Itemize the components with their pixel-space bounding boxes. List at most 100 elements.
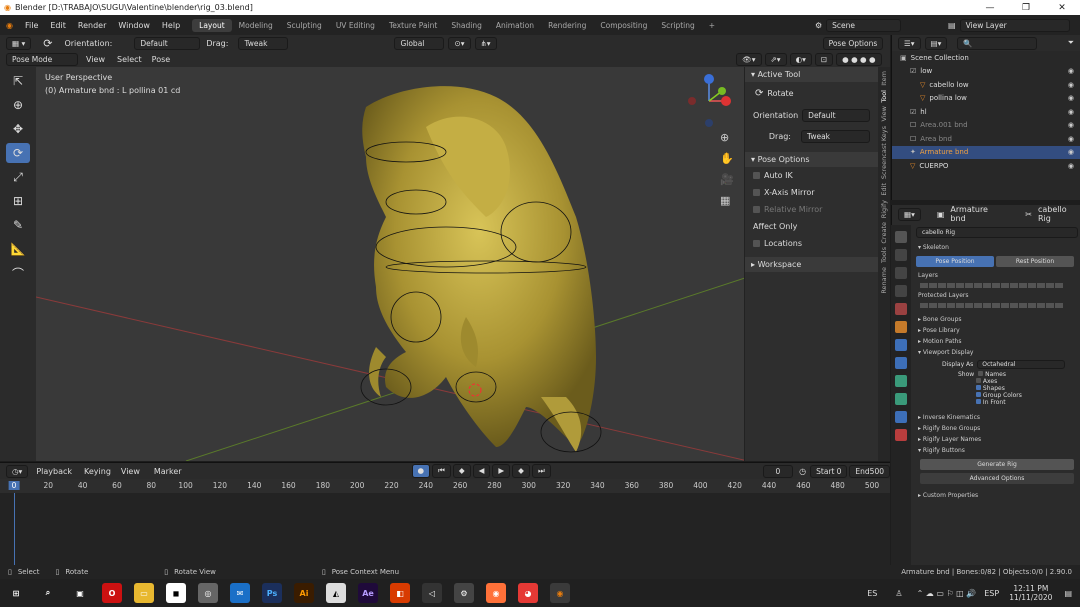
editor-type-button[interactable]: ▦ ▾ xyxy=(6,36,32,50)
menu-file[interactable]: File xyxy=(19,21,44,30)
pose-options-header[interactable]: ▾ Pose Options xyxy=(745,152,878,167)
armature-data-tab-icon[interactable] xyxy=(895,375,907,387)
show-in-front-checkbox[interactable]: In Front xyxy=(976,399,1080,406)
outliner-row[interactable]: ▽ cabello low ◉ xyxy=(892,78,1080,92)
menu-select[interactable]: Select xyxy=(113,55,146,64)
record-button[interactable]: ● xyxy=(411,464,431,478)
advanced-options-button[interactable]: Advanced Options xyxy=(920,473,1074,484)
outliner-row[interactable]: ☑ hl ◉ xyxy=(892,105,1080,119)
play-icon[interactable]: ▶ xyxy=(492,464,511,478)
tab-tool[interactable]: Tool xyxy=(880,90,888,103)
relative-mirror-checkbox[interactable]: Relative Mirror xyxy=(745,201,878,218)
active-tool-header[interactable]: ▾ Active Tool xyxy=(745,67,878,82)
file-explorer-icon[interactable]: ▭ xyxy=(134,583,154,603)
texture-tab-icon[interactable] xyxy=(895,429,907,441)
language-indicator[interactable]: ES xyxy=(867,589,877,598)
app-icon[interactable]: ◎ xyxy=(198,583,218,603)
outliner-row[interactable]: ☑ low ◉ xyxy=(892,65,1080,79)
next-key-icon[interactable]: ◆ xyxy=(512,464,530,478)
clock-date[interactable]: 11/11/2020 xyxy=(1009,593,1052,602)
rest-position-button[interactable]: Rest Position xyxy=(996,256,1074,267)
tab-item[interactable]: Item xyxy=(880,71,888,86)
layers-grid[interactable] xyxy=(920,283,1074,288)
section-custom-properties[interactable]: ▸ Custom Properties xyxy=(914,490,1080,501)
blender-menu-icon[interactable]: ◉ xyxy=(0,21,19,30)
tab-rigify[interactable]: Rigify xyxy=(880,200,888,218)
jump-end-icon[interactable]: ⏭ xyxy=(531,464,551,478)
visibility-eye-icon[interactable]: ◉ xyxy=(1068,135,1074,143)
marker-menu[interactable]: Marker xyxy=(146,467,190,476)
show-group-colors-checkbox[interactable]: Group Colors xyxy=(976,392,1080,399)
workspace-header[interactable]: ▸ Workspace xyxy=(745,257,878,272)
photoshop-icon[interactable]: Ps xyxy=(262,583,282,603)
unity-icon[interactable]: ◁ xyxy=(422,583,442,603)
skeleton-header[interactable]: ▾ Skeleton xyxy=(914,242,1080,253)
view-layer-selector[interactable]: View Layer xyxy=(959,18,1070,32)
notifications-icon[interactable]: ▤ xyxy=(1064,589,1072,598)
tab-scripting[interactable]: Scripting xyxy=(654,19,701,32)
measure-tool-icon[interactable]: 📐 xyxy=(6,239,30,259)
display-as-dropdown[interactable]: Octahedral xyxy=(977,360,1066,369)
section-viewport-display[interactable]: ▾ Viewport Display xyxy=(914,347,1080,358)
pivot-point-icon[interactable]: ⊙▾ xyxy=(448,36,471,50)
mail-icon[interactable]: ✉ xyxy=(230,583,250,603)
menu-edit[interactable]: Edit xyxy=(44,21,72,30)
menu-window[interactable]: Window xyxy=(112,21,156,30)
bone-tab-icon[interactable] xyxy=(895,393,907,405)
bone-tool-icon[interactable]: ⌒ xyxy=(6,263,30,283)
rotate-tool-icon[interactable]: ⟳ xyxy=(6,143,30,163)
gizmo-icon[interactable]: ⇗▾ xyxy=(764,52,787,66)
modifier-tab-icon[interactable] xyxy=(895,339,907,351)
playhead[interactable] xyxy=(14,493,15,565)
timeline-view-menu[interactable]: View xyxy=(115,467,146,476)
after-effects-icon[interactable]: Ae xyxy=(358,583,378,603)
tab-layout[interactable]: Layout xyxy=(192,18,232,32)
outliner-row[interactable]: ▽ CUERPO ◉ xyxy=(892,159,1080,173)
windows-start-icon[interactable]: ⊞ xyxy=(6,583,26,603)
armature-data-name-field[interactable]: cabello Rig xyxy=(916,227,1078,238)
office-icon[interactable]: ◧ xyxy=(390,583,410,603)
section-bone-groups[interactable]: ▸ Bone Groups xyxy=(914,314,1080,325)
object-tab-icon[interactable] xyxy=(895,321,907,333)
view-layer-tab-icon[interactable] xyxy=(895,285,907,297)
section-inverse-kinematics[interactable]: ▸ Inverse Kinematics xyxy=(914,412,1080,423)
cursor-tool-icon[interactable]: ⊕ xyxy=(6,95,30,115)
section-rigify-buttons[interactable]: ▾ Rigify Buttons xyxy=(914,445,1080,456)
tab-screencast-keys[interactable]: Screencast Keys xyxy=(880,126,888,179)
task-view-icon[interactable]: ▣ xyxy=(70,583,90,603)
outliner-row[interactable]: ☐ Area bnd ◉ xyxy=(892,132,1080,146)
tab-edit[interactable]: Edit xyxy=(880,183,888,196)
tab-texture-paint[interactable]: Texture Paint xyxy=(382,19,444,32)
physics-tab-icon[interactable] xyxy=(895,357,907,369)
visibility-eye-icon[interactable]: ◉ xyxy=(1068,148,1074,156)
section-motion-paths[interactable]: ▸ Motion Paths xyxy=(914,336,1080,347)
settings-icon[interactable]: ⚙ xyxy=(454,583,474,603)
section-rigify-layer-names[interactable]: ▸ Rigify Layer Names xyxy=(914,434,1080,445)
blender-taskbar-icon[interactable]: ◉ xyxy=(550,583,570,603)
auto-ik-checkbox[interactable]: Auto IK xyxy=(745,167,878,184)
section-pose-library[interactable]: ▸ Pose Library xyxy=(914,325,1080,336)
zoom-icon[interactable]: ⊕ xyxy=(720,131,734,144)
shading-mode-icon[interactable]: ● ● ● ● xyxy=(836,52,882,66)
maximize-button[interactable]: ❐ xyxy=(1008,0,1044,15)
drag-dropdown[interactable]: Tweak xyxy=(801,130,870,143)
minimize-button[interactable]: — xyxy=(972,0,1008,15)
tab-modeling[interactable]: Modeling xyxy=(232,19,280,32)
visibility-eye-icon[interactable]: ◉ xyxy=(1068,81,1074,89)
play-reverse-icon[interactable]: ◀ xyxy=(472,464,491,478)
visibility-eye-icon[interactable]: ◉ xyxy=(1068,67,1074,75)
constraint-tab-icon[interactable] xyxy=(895,411,907,423)
section-rigify-bone-groups[interactable]: ▸ Rigify Bone Groups xyxy=(914,423,1080,434)
opera-icon[interactable]: O xyxy=(102,583,122,603)
3d-viewport[interactable]: User Perspective (0) Armature bnd : L po… xyxy=(36,67,748,461)
timeline-editor-type[interactable]: ◷▾ xyxy=(6,464,29,478)
inkscape-icon[interactable]: ◭ xyxy=(326,583,346,603)
generate-rig-button[interactable]: Generate Rig xyxy=(920,459,1074,470)
properties-editor-type[interactable]: ▦▾ xyxy=(898,207,921,221)
locations-checkbox[interactable]: Locations xyxy=(745,235,878,252)
xray-icon[interactable]: ⊡ xyxy=(814,52,834,66)
show-axes-checkbox[interactable]: Axes xyxy=(976,378,1080,385)
pose-position-button[interactable]: Pose Position xyxy=(916,256,994,267)
menu-help[interactable]: Help xyxy=(156,21,186,30)
close-button[interactable]: ✕ xyxy=(1044,0,1080,15)
